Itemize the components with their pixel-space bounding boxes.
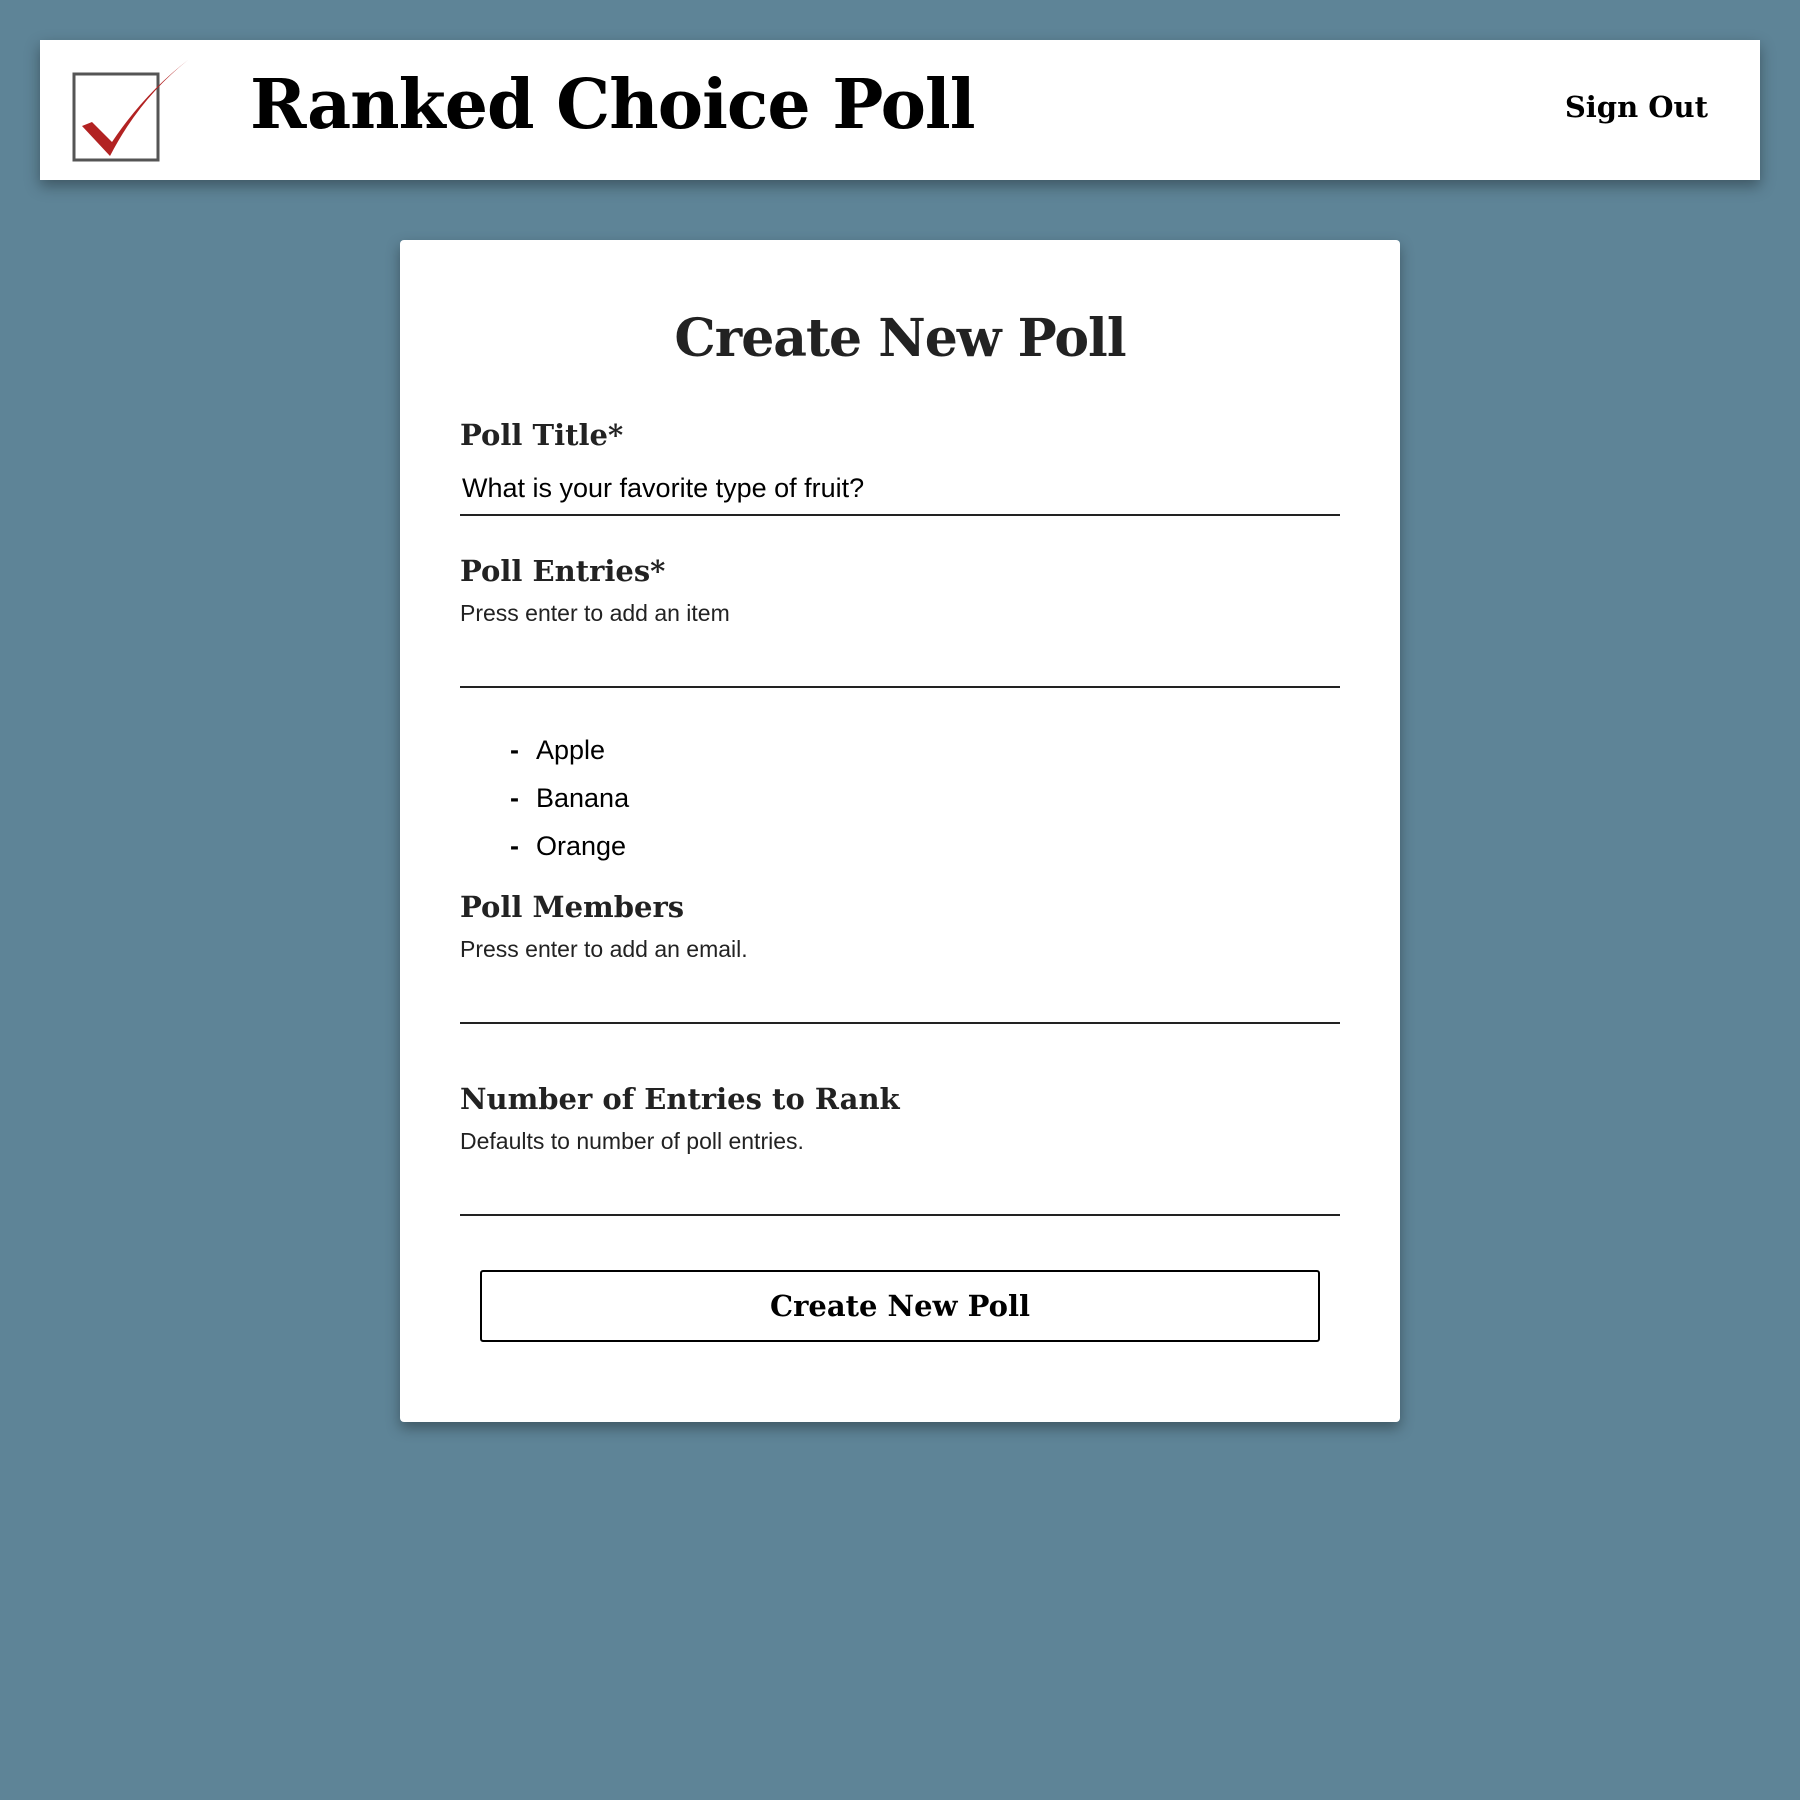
poll-entries-hint: Press enter to add an item — [460, 600, 730, 626]
create-poll-button[interactable]: Create New Poll — [480, 1270, 1320, 1342]
page-title: Create New Poll — [674, 308, 1126, 369]
entries-to-rank-hint: Defaults to number of poll entries. — [460, 1128, 804, 1154]
list-item: - Orange — [510, 822, 629, 870]
poll-title-input[interactable] — [460, 468, 1340, 516]
list-item: - Apple — [510, 726, 629, 774]
poll-entries-input[interactable] — [460, 640, 1340, 688]
poll-members-input[interactable] — [460, 976, 1340, 1024]
poll-members-hint: Press enter to add an email. — [460, 936, 748, 962]
bullet-dash: - — [510, 783, 519, 813]
checkbox-check-icon — [72, 60, 188, 162]
entry-label: Banana — [536, 783, 630, 813]
entries-to-rank-label: Number of Entries to Rank — [460, 1082, 900, 1116]
entry-label: Orange — [536, 831, 627, 861]
app-header: Ranked Choice Poll Sign Out — [40, 40, 1760, 180]
poll-title-label: Poll Title* — [460, 418, 624, 452]
app-title: Ranked Choice Poll — [250, 65, 976, 145]
poll-entries-list: - Apple - Banana - Orange — [510, 726, 629, 870]
poll-members-label: Poll Members — [460, 890, 685, 924]
entry-label: Apple — [536, 735, 606, 765]
bullet-dash: - — [510, 831, 519, 861]
poll-entries-label: Poll Entries* — [460, 554, 666, 588]
create-poll-card: Create New Poll Poll Title* Poll Entries… — [400, 240, 1400, 1422]
sign-out-button[interactable]: Sign Out — [1565, 90, 1708, 124]
entries-to-rank-input[interactable] — [460, 1168, 1340, 1216]
bullet-dash: - — [510, 735, 519, 765]
list-item: - Banana — [510, 774, 629, 822]
